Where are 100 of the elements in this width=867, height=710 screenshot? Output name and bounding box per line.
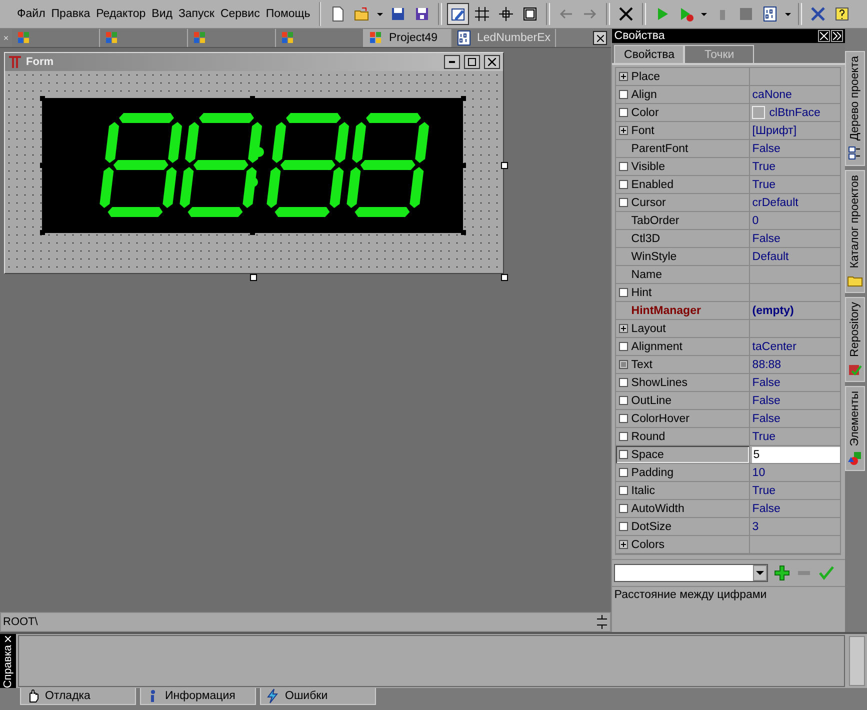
close-button[interactable] [484,55,500,69]
property-value: False [752,502,780,514]
property-name-cell[interactable]: Enabled [616,176,750,193]
property-name-cell[interactable]: DotSize [616,518,750,535]
close-button[interactable] [818,30,830,42]
maximize-button[interactable] [464,55,480,69]
bottom-tab[interactable]: Отладка [20,688,136,705]
checkbox[interactable] [619,360,628,369]
property-name: Align [631,88,657,100]
selection-handle[interactable] [461,230,466,235]
checkbox[interactable] [619,342,628,351]
form-edit-icon [450,6,466,22]
windows-flag-icon [280,30,296,46]
caret-icon [701,12,708,16]
property-value: caNone [752,88,792,100]
expand-icon[interactable] [619,72,628,81]
checkbox[interactable] [619,504,628,513]
expand-icon[interactable] [619,324,628,333]
property-name-cell[interactable]: Layout [616,320,750,337]
checkbox[interactable] [619,414,628,423]
toolbar-button[interactable] [447,3,470,25]
minimize-button[interactable] [444,55,460,69]
property-value: False [752,412,780,424]
expand-icon[interactable] [619,126,628,135]
property-name-cell[interactable]: Name [616,266,750,283]
document-tab[interactable]: Project49 [364,29,452,47]
panel-tab[interactable]: Свойства [614,45,684,63]
property-name: Text [631,358,652,370]
property-name-cell[interactable]: Colors [616,536,750,553]
property-name-cell[interactable]: ShowLines [616,374,750,391]
property-name-cell[interactable]: ParentFont [616,140,750,157]
checkbox[interactable] [619,162,628,171]
close-tab-button[interactable] [593,31,608,45]
property-name: Italic [631,484,655,496]
checkbox[interactable] [619,432,628,441]
resize-handle[interactable] [501,274,508,281]
dropdown-arrow-button[interactable] [753,565,768,581]
side-tab[interactable]: Каталог проектов [845,170,866,293]
property-name-cell[interactable]: Font [616,122,750,139]
menu-item[interactable]: Правка [48,8,94,20]
property-name-cell[interactable]: Visible [616,158,750,175]
property-name-cell[interactable]: Place [616,68,750,85]
add-button[interactable] [774,565,790,581]
property-name-cell[interactable]: Color [616,104,750,121]
property-name: AutoWidth [631,502,684,514]
bottom-tab[interactable]: Ошибки [260,688,376,705]
property-value: False [752,142,780,154]
checkbox[interactable] [619,108,628,117]
checkbox[interactable] [619,486,628,495]
checkbox[interactable] [619,522,628,531]
checkbox[interactable] [619,198,628,207]
checkbox[interactable] [619,396,628,405]
property-name-cell[interactable]: Padding [616,464,750,481]
side-tab[interactable]: Repository [845,296,866,382]
menu-item[interactable]: Файл [14,8,48,20]
property-name-cell[interactable]: Hint [616,284,750,301]
property-value: 0 [752,214,759,226]
menu-item[interactable]: Вид [148,8,176,20]
property-name-cell[interactable]: Ctl3D [616,230,750,247]
value-combo-box[interactable] [614,564,768,582]
property-name: Alignment [631,340,682,352]
selection-handle[interactable] [461,96,466,101]
property-name-cell[interactable]: WinStyle [616,248,750,265]
menu-item[interactable]: Сервис [217,8,263,20]
property-name: Ctl3D [631,232,660,244]
property-value: clBtnFace [769,106,820,118]
property-name-cell[interactable]: Align [616,86,750,103]
property-name-cell[interactable]: Alignment [616,338,750,355]
property-name-cell[interactable]: Text [616,356,750,373]
property-name-cell[interactable]: Round [616,428,750,445]
checkbox[interactable] [619,180,628,189]
bottom-tab[interactable]: Информация [140,688,256,705]
scrollbar[interactable] [849,636,865,686]
checkbox[interactable] [619,378,628,387]
menu-item[interactable]: Помощь [262,8,314,20]
value-input-field[interactable]: 5 [752,446,840,462]
menu-item[interactable]: Запуск [175,8,218,20]
property-name-cell[interactable]: Cursor [616,194,750,211]
property-name-cell[interactable]: ColorHover [616,410,750,427]
resize-handle[interactable] [501,162,508,169]
window-title: Form [26,56,54,68]
menu-item[interactable]: Редактор [93,8,149,20]
checkbox[interactable] [619,90,628,99]
close-button[interactable] [2,636,14,643]
selection-handle[interactable] [461,163,466,168]
property-name-cell[interactable]: HintManager [616,302,750,319]
side-tab[interactable]: Элементы [845,386,866,472]
resize-handle[interactable] [250,274,257,281]
property-name-cell[interactable]: TabOrder [616,212,750,229]
property-name-cell[interactable]: Space [616,446,750,463]
side-tab[interactable]: Дерево проекта [845,51,866,166]
property-name-cell[interactable]: AutoWidth [616,500,750,517]
property-name-cell[interactable]: Italic [616,482,750,499]
expand-icon[interactable] [619,540,628,549]
checkbox[interactable] [619,288,628,297]
checkbox[interactable] [619,450,628,459]
expand-button[interactable] [831,30,844,42]
close-icon [488,58,496,66]
checkbox[interactable] [619,468,628,477]
property-name-cell[interactable]: OutLine [616,392,750,409]
